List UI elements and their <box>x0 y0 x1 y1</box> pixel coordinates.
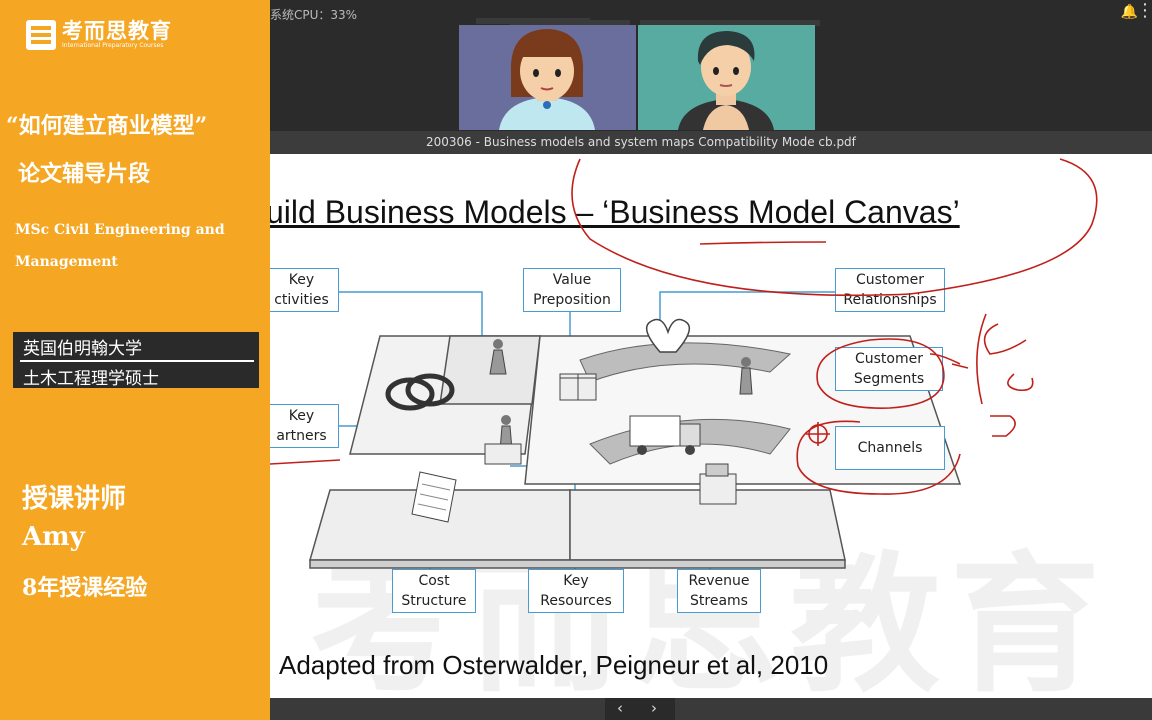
label-key-resources: Key Resources <box>528 569 624 613</box>
logo-name: 考而思教育 <box>62 18 172 43</box>
logo-icon <box>26 20 56 50</box>
label-value-proposition: Value Preposition <box>523 268 621 312</box>
bottom-bar: ‹ › <box>270 698 1152 720</box>
participant-avatar-male[interactable] <box>638 25 815 130</box>
top-bar: 系统CPU：33% 🔔 ⋮ <box>270 0 1152 28</box>
next-page-button[interactable]: › <box>651 699 657 717</box>
participant-avatar-female[interactable] <box>459 25 636 130</box>
label-revenue-streams: Revenue Streams <box>677 569 761 613</box>
label-customer-relationships: Customer Relationships <box>835 268 945 312</box>
course-subtitle: 论文辅导片段 <box>18 161 151 187</box>
document-title-bar: 200306 - Business models and system maps… <box>270 131 1152 154</box>
divider <box>20 360 254 362</box>
label-key-activities: Key ctivities <box>270 268 339 312</box>
label-customer-segments: Customer Segments <box>835 347 943 391</box>
document-title: 200306 - Business models and system maps… <box>426 135 856 149</box>
university-box: 英国伯明翰大学 土木工程理学硕士 <box>13 332 259 389</box>
degree-name: 土木工程理学硕士 <box>23 369 159 389</box>
course-title: “如何建立商业模型” <box>6 113 208 139</box>
page-navigation: ‹ › <box>605 698 675 720</box>
lecturer-name: Amy <box>22 522 85 552</box>
previous-page-button[interactable]: ‹ <box>617 699 623 717</box>
business-model-canvas-illustration <box>309 291 962 576</box>
label-channels: Channels <box>835 426 945 470</box>
more-icon[interactable]: ⋮ <box>1136 0 1152 21</box>
lecturer-label: 授课讲师 <box>22 484 127 514</box>
logo-subtitle: International Preparatory Courses <box>62 42 164 49</box>
logo: 考而思教育 International Preparatory Courses <box>26 20 172 50</box>
label-key-partners: Key artners <box>270 404 339 448</box>
university-name: 英国伯明翰大学 <box>23 339 142 359</box>
label-cost-structure: Cost Structure <box>392 569 476 613</box>
cpu-usage: 系统CPU：33% <box>270 8 358 22</box>
program-name: MSc Civil Engineering and Management <box>15 222 225 270</box>
sidebar: 考而思教育 International Preparatory Courses … <box>0 0 270 720</box>
lecturer-experience: 8年授课经验 <box>22 575 148 601</box>
slide: 考而思教育 uild Business Models – ‘Business M… <box>270 154 1152 698</box>
citation: Adapted from Osterwalder, Peigneur et al… <box>279 650 829 680</box>
